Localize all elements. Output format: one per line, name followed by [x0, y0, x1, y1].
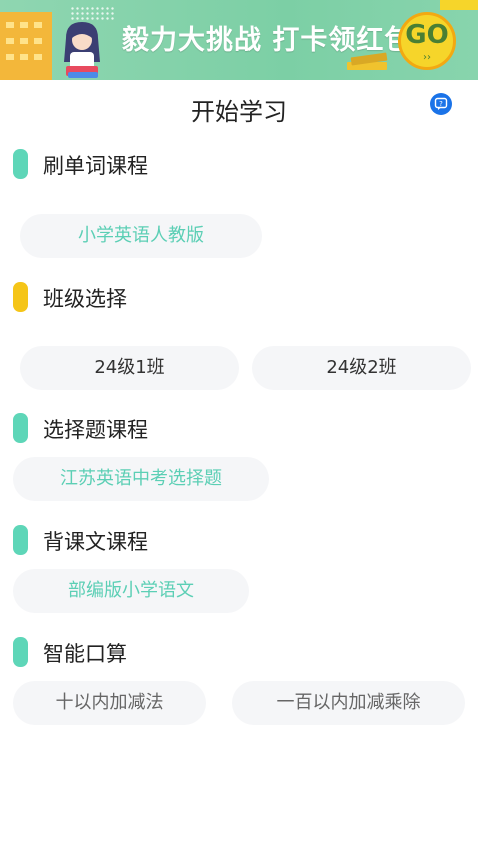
go-arrow-icon: ››: [423, 52, 431, 63]
student-illustration: [64, 22, 100, 78]
course-chip-vocab[interactable]: 小学英语人教版: [20, 214, 262, 258]
section-accent-bar: [13, 413, 28, 443]
go-button[interactable]: GO ››: [398, 12, 456, 70]
books-illustration: [347, 52, 388, 70]
math-chip-within-10[interactable]: 十以内加减法: [13, 681, 206, 725]
course-chip-recite[interactable]: 部编版小学语文: [13, 569, 249, 613]
svg-text:?: ?: [439, 100, 443, 108]
class-chip-2[interactable]: 24级2班: [252, 346, 471, 390]
section-accent-bar: [13, 637, 28, 667]
building-illustration: [0, 12, 52, 80]
course-chip-choice[interactable]: 江苏英语中考选择题: [13, 457, 269, 501]
math-chip-within-100[interactable]: 一百以内加减乘除: [232, 681, 465, 725]
section-title: 选择题课程: [43, 418, 148, 442]
section-accent-bar: [13, 282, 28, 312]
page-title: 开始学习: [191, 98, 287, 126]
banner-ribbon-decoration: [440, 0, 478, 10]
promo-banner[interactable]: 毅力大挑战 打卡领红包 GO ››: [0, 0, 478, 80]
chat-help-icon[interactable]: ?: [430, 93, 452, 115]
go-label: GO: [405, 20, 449, 50]
section-accent-bar: [13, 525, 28, 555]
section-title: 刷单词课程: [43, 154, 148, 178]
section-title: 背课文课程: [43, 530, 148, 554]
section-accent-bar: [13, 149, 28, 179]
section-title: 智能口算: [43, 642, 127, 666]
section-title: 班级选择: [43, 287, 127, 311]
class-chip-1[interactable]: 24级1班: [20, 346, 239, 390]
